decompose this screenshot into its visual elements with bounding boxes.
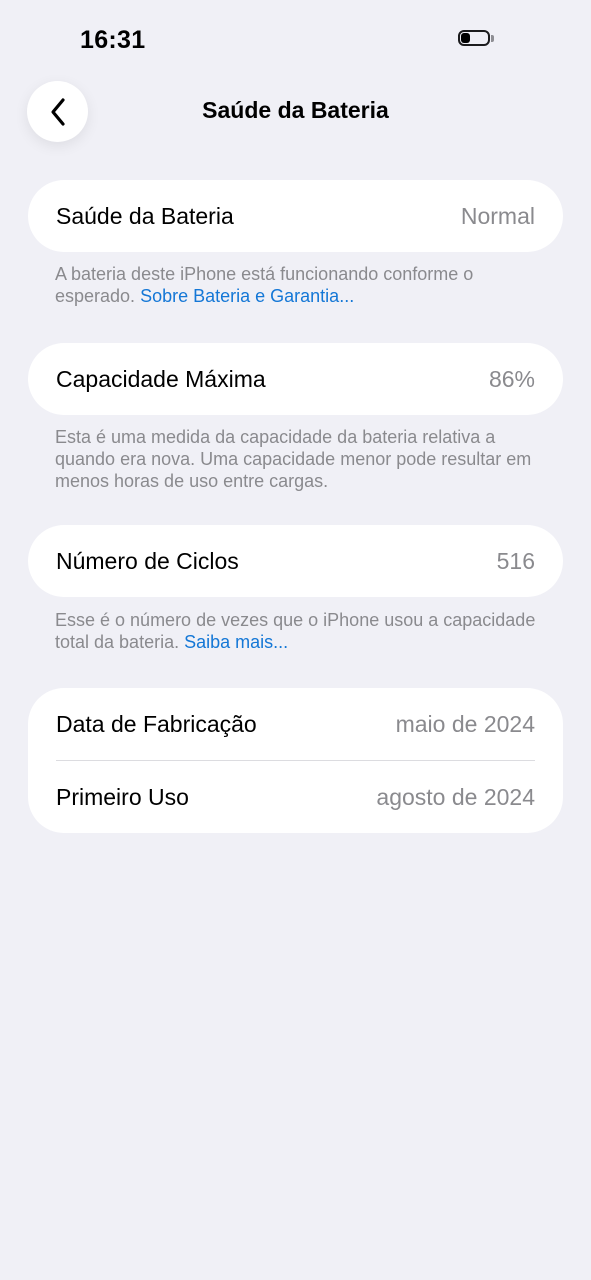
manufacture-date-row: Data de Fabricação maio de 2024 <box>28 688 563 760</box>
cycle-count-footer-text: Esse é o número de vezes que o iPhone us… <box>55 610 536 652</box>
battery-health-card: Saúde da Bateria Normal <box>28 180 563 252</box>
max-capacity-label: Capacidade Máxima <box>56 365 266 392</box>
battery-health-label: Saúde da Bateria <box>56 202 234 229</box>
status-bar: 16:31 <box>0 0 591 80</box>
first-use-label: Primeiro Uso <box>56 783 189 810</box>
max-capacity-footer: Esta é uma medida da capacidade da bater… <box>55 426 545 492</box>
dates-card: Data de Fabricação maio de 2024 Primeiro… <box>28 688 563 833</box>
manufacture-date-value: maio de 2024 <box>395 710 535 737</box>
cycle-count-value: 516 <box>496 547 535 574</box>
first-use-row: Primeiro Uso agosto de 2024 <box>28 761 563 833</box>
max-capacity-row: Capacidade Máxima 86% <box>28 343 563 415</box>
status-time: 16:31 <box>80 26 146 54</box>
battery-health-footer: A bateria deste iPhone está funcionando … <box>55 263 545 307</box>
max-capacity-value: 86% <box>488 365 535 392</box>
cycle-count-row: Número de Ciclos 516 <box>28 525 563 597</box>
max-capacity-footer-text: Esta é uma medida da capacidade da bater… <box>55 427 532 491</box>
first-use-value: agosto de 2024 <box>376 783 535 810</box>
battery-warranty-link[interactable]: Sobre Bateria e Garantia... <box>140 286 354 306</box>
cycle-count-card: Número de Ciclos 516 <box>28 525 563 597</box>
battery-level-fill <box>461 33 470 43</box>
manufacture-date-label: Data de Fabricação <box>56 710 257 737</box>
cycle-count-label: Número de Ciclos <box>56 547 239 574</box>
battery-health-row: Saúde da Bateria Normal <box>28 180 563 252</box>
page-title: Saúde da Bateria <box>202 97 389 123</box>
battery-health-value: Normal <box>460 202 535 229</box>
cycle-count-footer: Esse é o número de vezes que o iPhone us… <box>55 609 545 653</box>
max-capacity-card: Capacidade Máxima 86% <box>28 343 563 415</box>
battery-icon <box>458 30 494 48</box>
learn-more-link[interactable]: Saiba mais... <box>184 632 288 652</box>
